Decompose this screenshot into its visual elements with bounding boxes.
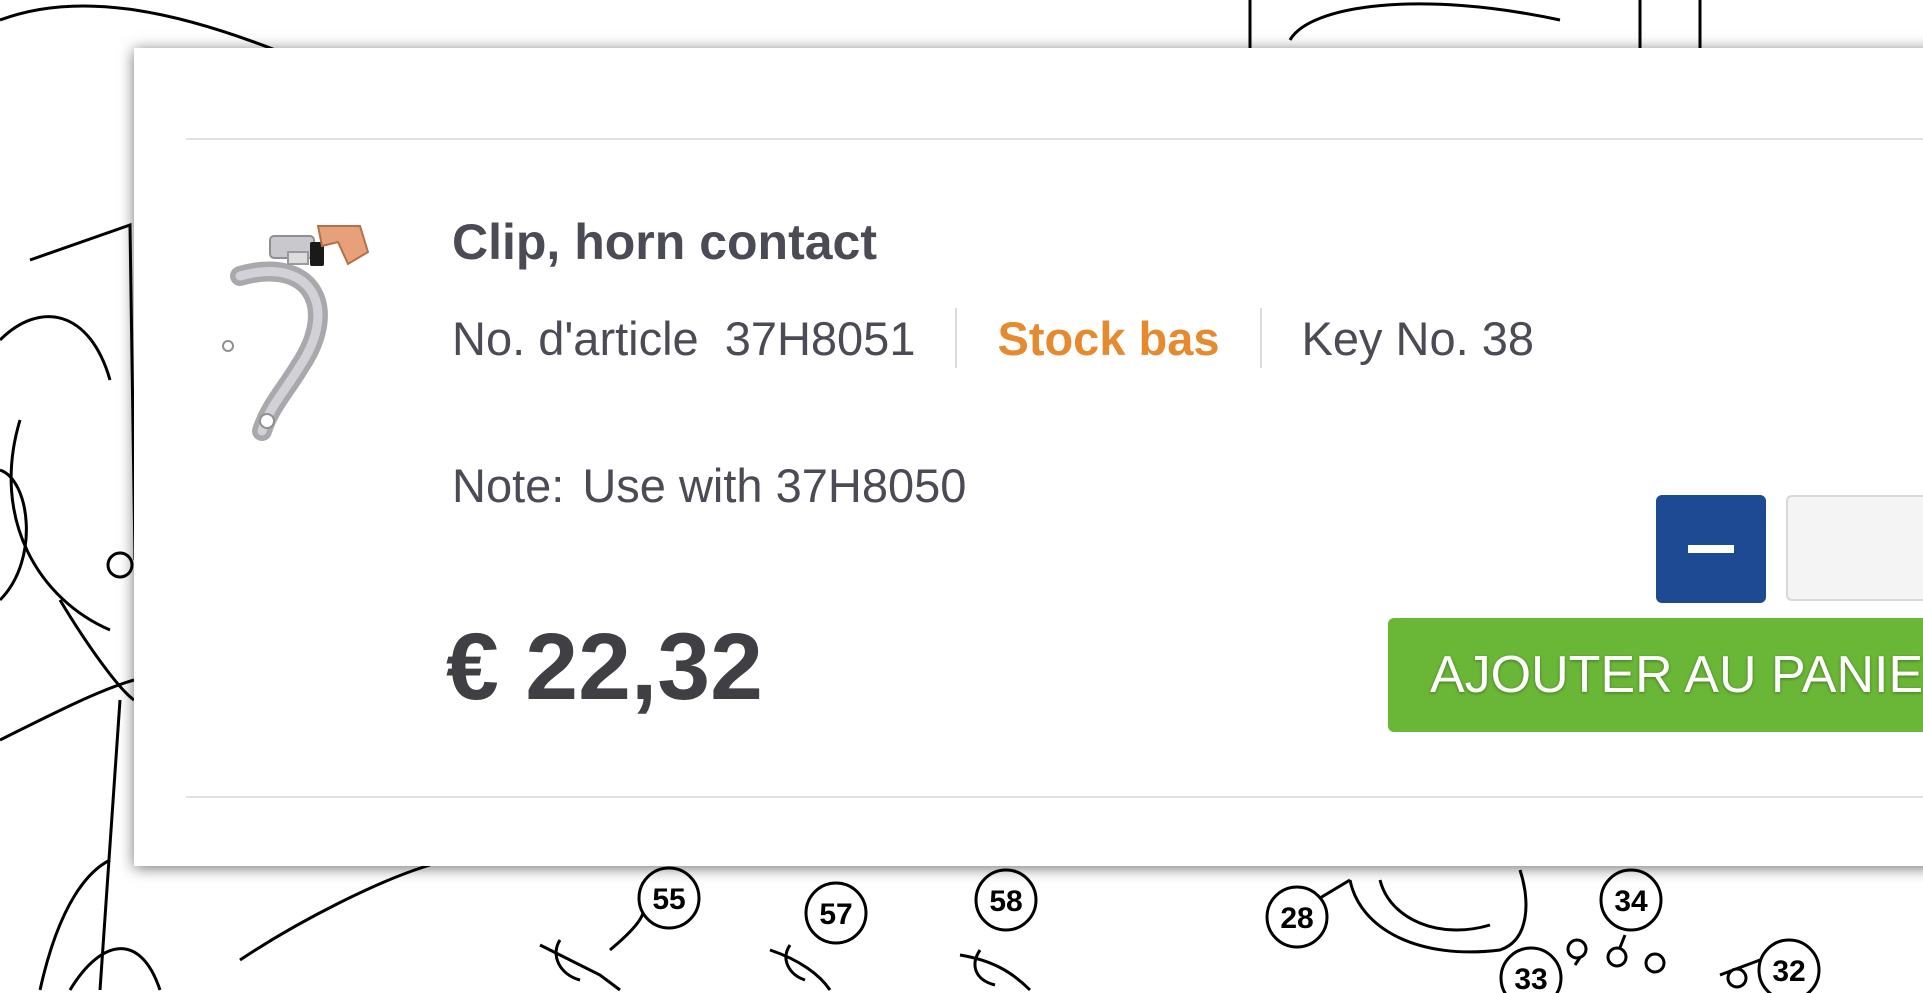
key-number: Key No. 38 bbox=[1301, 311, 1535, 365]
stock-status: Stock bas bbox=[997, 311, 1220, 365]
horn-contact-clip-icon[interactable] bbox=[200, 196, 390, 456]
minus-icon bbox=[1688, 545, 1734, 553]
article-number-label: No. d'article bbox=[452, 311, 699, 365]
product-price: € 22,32 bbox=[446, 614, 763, 720]
note-value: Use with 37H8050 bbox=[582, 459, 967, 512]
callout-label-55: 55 bbox=[652, 883, 685, 916]
add-to-cart-button[interactable]: AJOUTER AU PANIER bbox=[1388, 618, 1923, 732]
quantity-input[interactable] bbox=[1786, 495, 1923, 601]
product-title: Clip, horn contact bbox=[452, 214, 877, 270]
product-note: Note: Use with 37H8050 bbox=[452, 458, 966, 513]
callout-label-33: 33 bbox=[1514, 963, 1547, 993]
article-number-value: 37H8051 bbox=[724, 311, 916, 365]
meta-separator bbox=[955, 308, 958, 368]
decrease-quantity-button[interactable] bbox=[1656, 495, 1766, 603]
callout-label-28: 28 bbox=[1280, 902, 1313, 935]
product-meta-row: No. d'article 37H8051 Stock bas Key No. … bbox=[452, 308, 1534, 368]
product-popup: Clip, horn contact No. d'article 37H8051… bbox=[134, 48, 1923, 866]
callout-label-34: 34 bbox=[1614, 885, 1648, 918]
note-label: Note: bbox=[452, 459, 565, 512]
callout-label-57: 57 bbox=[819, 898, 852, 931]
bottom-divider bbox=[186, 796, 1923, 798]
meta-separator bbox=[1259, 308, 1262, 368]
callout-label-32: 32 bbox=[1772, 955, 1805, 988]
callout-label-58: 58 bbox=[989, 885, 1022, 918]
top-divider bbox=[186, 138, 1923, 140]
